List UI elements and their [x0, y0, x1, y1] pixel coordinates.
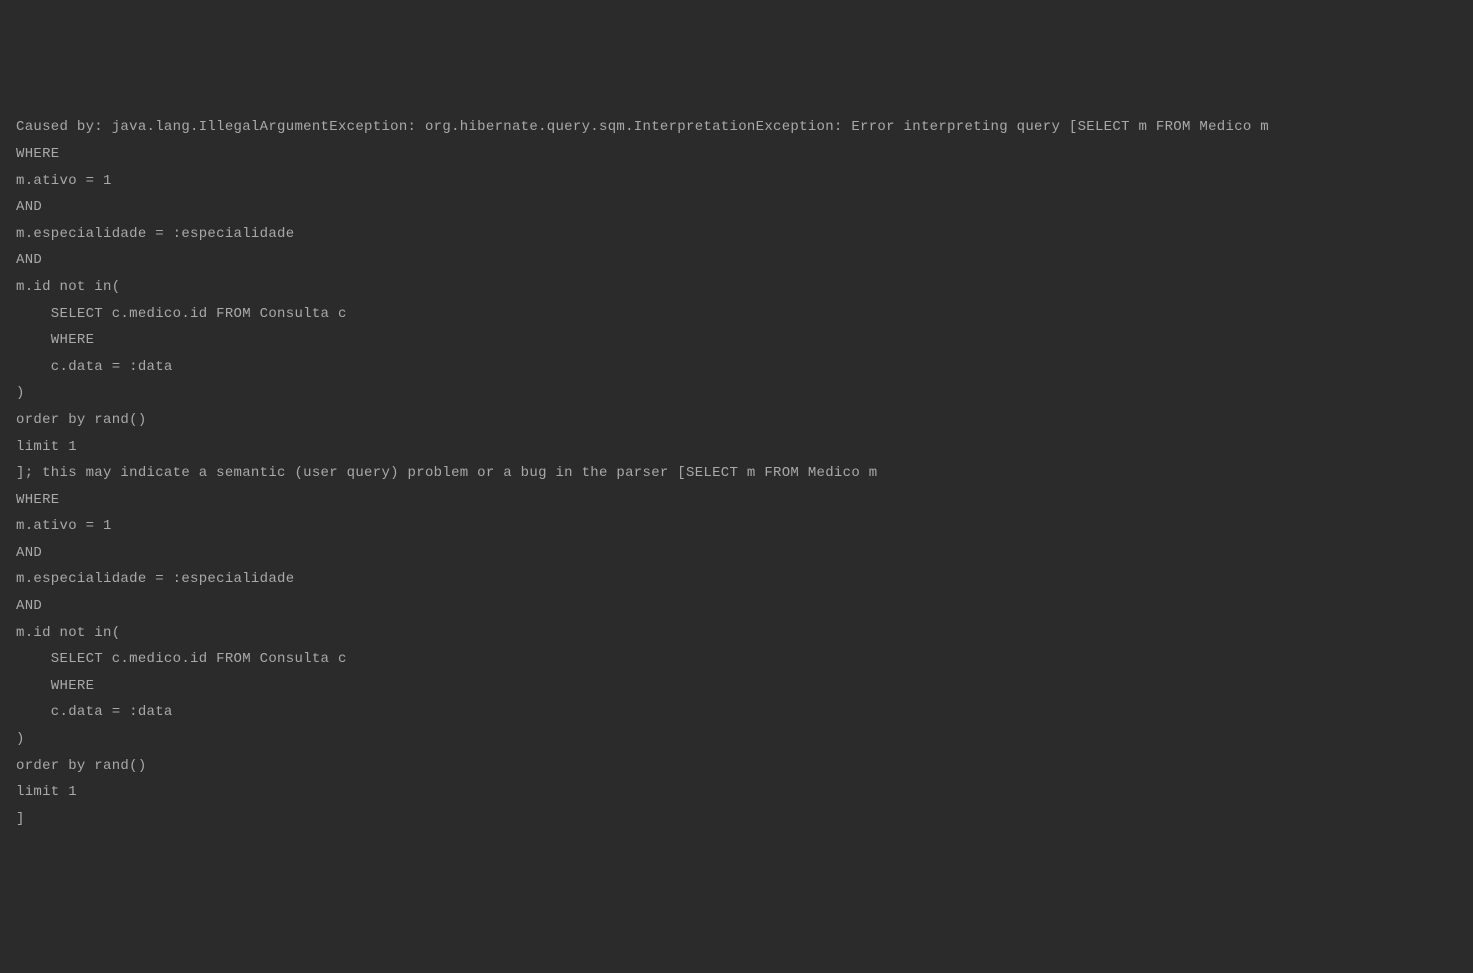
- log-line: WHERE: [16, 678, 94, 694]
- log-line: limit 1: [16, 439, 77, 455]
- log-line: m.especialidade = :especialidade: [16, 226, 294, 242]
- log-line: Caused by: java.lang.IllegalArgumentExce…: [16, 119, 1269, 135]
- log-line: WHERE: [16, 332, 94, 348]
- log-line: AND: [16, 252, 42, 268]
- log-line: order by rand(): [16, 758, 147, 774]
- log-line: AND: [16, 199, 42, 215]
- log-line: limit 1: [16, 784, 77, 800]
- log-line: order by rand(): [16, 412, 147, 428]
- log-line: WHERE: [16, 146, 60, 162]
- log-line: m.ativo = 1: [16, 518, 112, 534]
- log-line: ]: [16, 811, 25, 827]
- error-log-output: Caused by: java.lang.IllegalArgumentExce…: [16, 114, 1457, 832]
- log-line: ): [16, 731, 25, 747]
- log-line: m.id not in(: [16, 279, 120, 295]
- log-line: m.id not in(: [16, 625, 120, 641]
- log-line: m.ativo = 1: [16, 173, 112, 189]
- log-line: AND: [16, 598, 42, 614]
- log-line: c.data = :data: [16, 704, 173, 720]
- log-line: AND: [16, 545, 42, 561]
- log-line: SELECT c.medico.id FROM Consulta c: [16, 651, 347, 667]
- log-line: ): [16, 385, 25, 401]
- log-line: ]; this may indicate a semantic (user qu…: [16, 465, 877, 481]
- log-line: m.especialidade = :especialidade: [16, 571, 294, 587]
- log-line: SELECT c.medico.id FROM Consulta c: [16, 306, 347, 322]
- log-line: c.data = :data: [16, 359, 173, 375]
- log-line: WHERE: [16, 492, 60, 508]
